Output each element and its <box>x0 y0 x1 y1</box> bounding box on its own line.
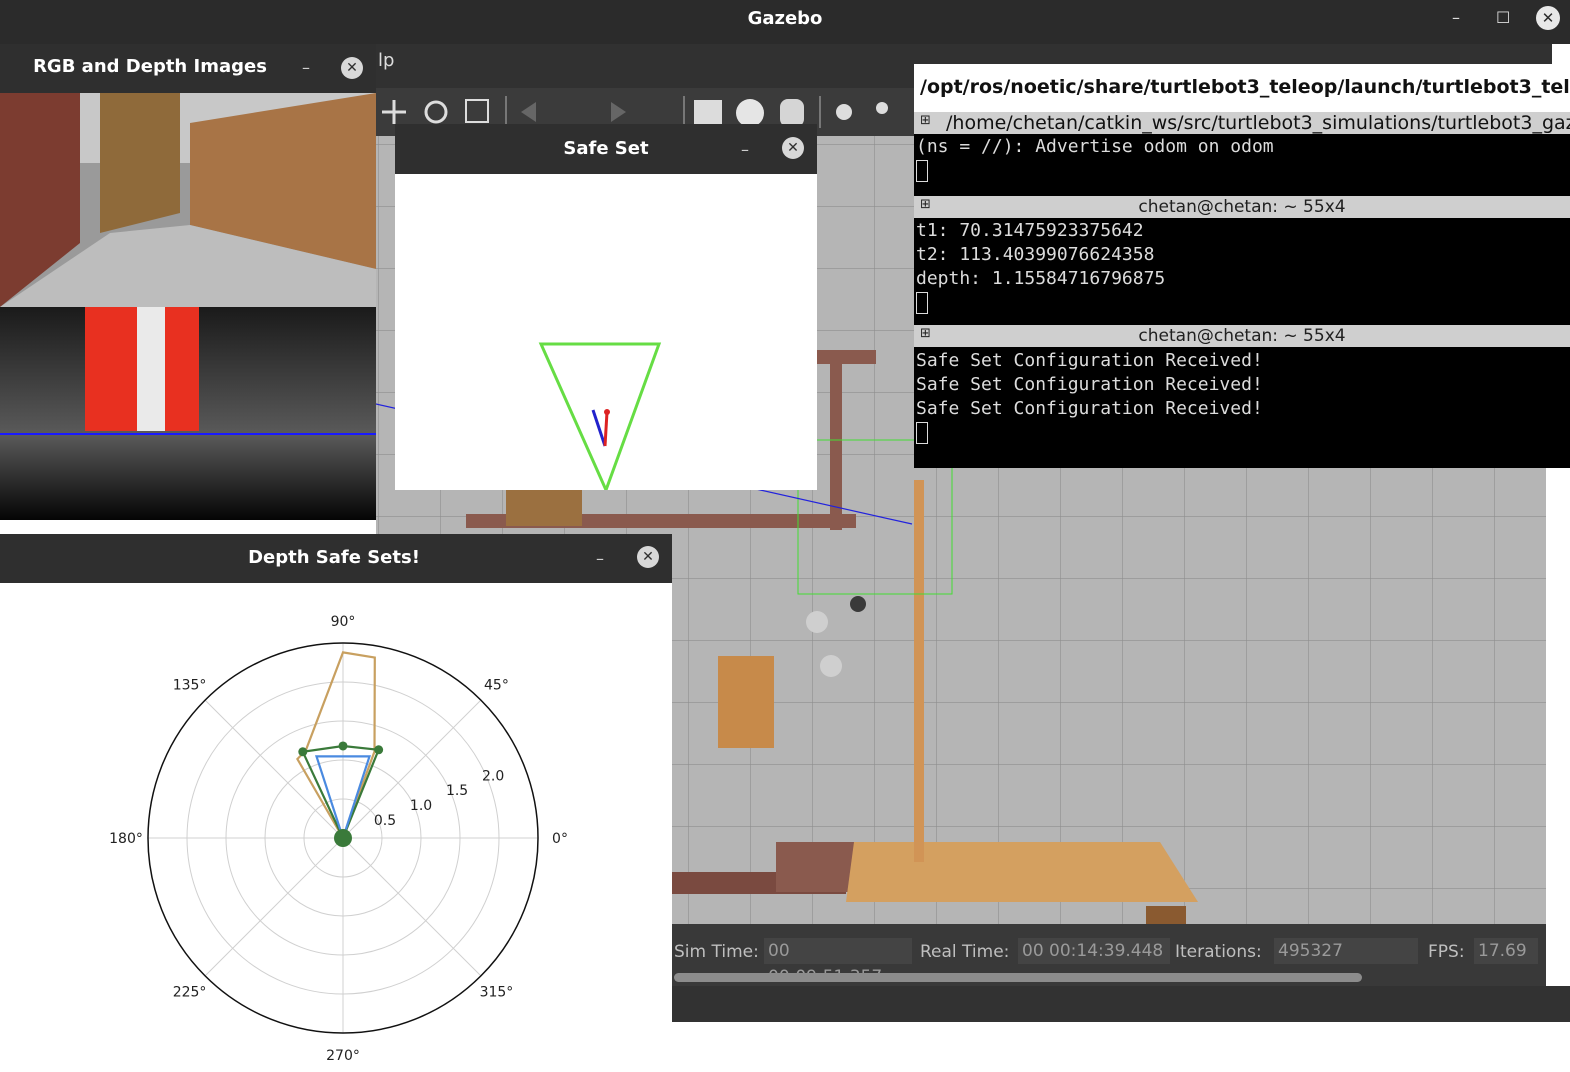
radial-tick-label: 2.0 <box>482 768 504 784</box>
minimize-icon[interactable]: – <box>741 140 749 159</box>
close-icon[interactable]: ✕ <box>782 137 804 159</box>
sphere-obstacle <box>820 655 842 677</box>
pane3-title: chetan@chetan: ~ 55x4 <box>1138 326 1346 346</box>
angle-tick-label: 270° <box>326 1048 360 1064</box>
pane3-titlebar: chetan@chetan: ~ 55x4 <box>914 325 1570 347</box>
safe-set-canvas <box>395 174 817 495</box>
undo-icon[interactable] <box>521 102 536 122</box>
terminal-line: t2: 113.40399076624358 <box>916 244 1155 265</box>
translate-icon[interactable] <box>382 100 406 124</box>
polar-point-marker <box>374 745 384 755</box>
split-icon[interactable]: ⊞ <box>920 113 931 128</box>
angle-tick-label: 225° <box>173 984 207 1000</box>
fps-value: 17.69 <box>1474 938 1538 964</box>
polar-chart-area: 0° 45° 90° 135° 180° 225° 270° 315° 0.5 1.0 1.5 2.0 <box>0 583 672 1068</box>
angle-tick-label: 90° <box>331 614 356 630</box>
bottom-panel <box>672 986 1570 1022</box>
polar-grid-spoke <box>204 699 344 839</box>
safe-set-triangle <box>538 342 662 495</box>
safe-set-title: Safe Set <box>563 138 649 159</box>
terminal-title: /opt/ros/noetic/share/turtlebot3_teleop/… <box>920 76 1570 98</box>
iterations-label: Iterations: <box>1175 942 1262 962</box>
terminal-window[interactable]: /opt/ros/noetic/share/turtlebot3_teleop/… <box>914 64 1570 468</box>
radial-tick-label: 1.0 <box>410 798 432 814</box>
box-shape-icon[interactable] <box>694 100 722 126</box>
pane2-titlebar: chetan@chetan: ~ 55x4 <box>914 196 1570 218</box>
terminal-line: Safe Set Configuration Received! <box>916 374 1263 395</box>
brick-wall <box>830 362 842 530</box>
sphere-obstacle <box>806 611 828 633</box>
wood-block <box>506 490 582 526</box>
point-light-icon[interactable] <box>876 102 888 114</box>
angle-tick-label: 0° <box>552 831 568 847</box>
heading-arrow-blue <box>591 409 607 447</box>
real-time-label: Real Time: <box>920 942 1010 962</box>
scale-icon[interactable] <box>465 99 489 123</box>
real-time-value: 00 00:14:39.448 <box>1018 938 1170 964</box>
maximize-icon[interactable]: ☐ <box>1496 8 1510 27</box>
terminal-cursor <box>916 160 928 182</box>
polar-point-marker <box>338 741 348 751</box>
terminal-line: t1: 70.31475923375642 <box>916 220 1144 241</box>
pane2-title: chetan@chetan: ~ 55x4 <box>1138 197 1346 217</box>
split-icon[interactable]: ⊞ <box>920 326 931 341</box>
rgb-camera-image <box>0 93 376 307</box>
radial-tick-label: 0.5 <box>374 813 396 829</box>
angle-tick-label: 315° <box>480 984 514 1000</box>
gazebo-title: Gazebo <box>747 8 823 29</box>
terminal-line: (ns = //): Advertise odom on odom <box>916 136 1274 157</box>
sim-time-value: 00 00:09:51.357 <box>764 938 912 987</box>
brick-wall <box>816 350 876 364</box>
redo-icon[interactable] <box>611 102 626 122</box>
angle-tick-label: 135° <box>173 678 207 694</box>
table-leg <box>1146 906 1186 924</box>
terminal-cursor <box>916 422 928 444</box>
radial-tick-label: 1.5 <box>446 783 468 799</box>
rgb-window-title: RGB and Depth Images <box>33 56 267 77</box>
polar-grid-spoke <box>204 837 344 977</box>
iterations-value: 495327 <box>1274 938 1418 964</box>
terminal-line: depth: 1.15584716796875 <box>916 268 1166 289</box>
sun-light-icon[interactable] <box>836 104 852 120</box>
cylinder-shape-icon[interactable] <box>780 99 804 127</box>
wooden-pole <box>914 480 924 862</box>
minimize-icon[interactable]: – <box>596 549 604 568</box>
polar-grid-spoke <box>342 699 482 839</box>
polar-series-line <box>296 651 376 839</box>
minimize-icon[interactable]: – <box>1452 8 1460 27</box>
wooden-table <box>846 842 1198 902</box>
angle-tick-label: 45° <box>484 678 509 694</box>
heading-arrow-red <box>603 411 609 447</box>
polar-grid-spoke <box>342 837 482 977</box>
close-icon[interactable]: ✕ <box>341 57 363 79</box>
heading-dot <box>604 409 610 415</box>
close-icon[interactable]: ✕ <box>637 546 659 568</box>
polar-chart: 0° 45° 90° 135° 180° 225° 270° 315° 0.5 1.0 1.5 2.0 <box>109 614 568 1064</box>
terminal-line: Safe Set Configuration Received! <box>916 398 1263 419</box>
horizontal-scrollbar[interactable] <box>674 973 1362 982</box>
sim-time-label: Sim Time: <box>674 942 759 962</box>
angle-tick-label: 180° <box>109 831 143 847</box>
fps-label: FPS: <box>1428 942 1465 962</box>
depth-window-title: Depth Safe Sets! <box>248 547 420 568</box>
robot-model <box>850 596 866 612</box>
wood-block <box>718 656 774 748</box>
split-icon[interactable]: ⊞ <box>920 197 931 212</box>
terminal-line: Safe Set Configuration Received! <box>916 350 1263 371</box>
pane1-title: /home/chetan/catkin_ws/src/turtlebot3_si… <box>946 112 1570 134</box>
minimize-icon[interactable]: – <box>302 58 310 77</box>
rotate-icon[interactable] <box>424 100 448 124</box>
sphere-shape-icon[interactable] <box>736 99 764 127</box>
polar-origin-marker <box>334 829 352 847</box>
polar-point-marker <box>298 747 308 757</box>
menu-item-help[interactable]: lp <box>378 50 394 71</box>
terminal-cursor <box>916 292 928 314</box>
depth-image <box>0 307 376 520</box>
brick-wall <box>776 842 856 892</box>
close-icon[interactable]: ✕ <box>1536 6 1560 30</box>
